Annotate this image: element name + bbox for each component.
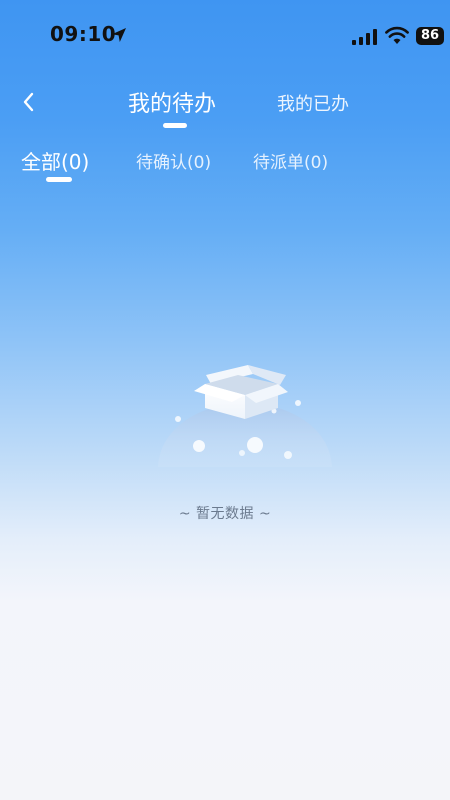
empty-box-icon (158, 365, 332, 467)
battery-indicator: 86 (416, 27, 444, 45)
subtab-all[interactable]: 全部(0) (21, 146, 89, 175)
back-button[interactable] (14, 86, 42, 118)
subtab-pending-dispatch[interactable]: 待派单(0) (253, 148, 328, 173)
empty-state-text: ~ 暂无数据 ~ (178, 506, 272, 522)
status-bar: 09:10 86 (0, 0, 450, 64)
status-time: 09:10 (50, 22, 117, 46)
cellular-signal-icon (352, 29, 377, 45)
wifi-icon (385, 26, 409, 44)
location-arrow-icon (112, 28, 126, 42)
tab-my-todo[interactable]: 我的待办 (128, 86, 216, 118)
tab-my-done[interactable]: 我的已办 (277, 90, 349, 116)
chevron-left-icon (23, 92, 34, 112)
subtab-active-indicator (46, 177, 72, 182)
subtab-pending-confirm[interactable]: 待确认(0) (136, 148, 211, 173)
tab-active-indicator (163, 123, 187, 128)
